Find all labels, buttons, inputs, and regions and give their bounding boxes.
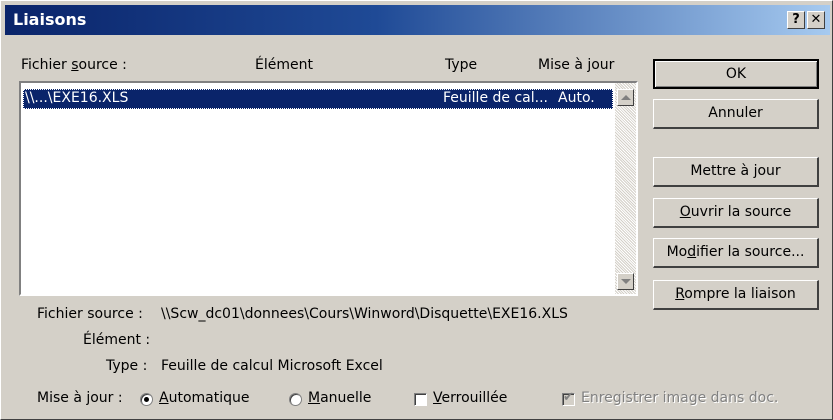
update-mode-label: Mise à jour : bbox=[37, 390, 123, 406]
scroll-up-button[interactable] bbox=[617, 89, 634, 106]
update-now-button[interactable]: Mettre à jour bbox=[653, 157, 819, 187]
column-header-source: Fichier source : bbox=[21, 57, 127, 73]
source-value: \\Scw_dc01\donnees\Cours\Winword\Disquet… bbox=[161, 306, 568, 322]
list-scrollbar[interactable] bbox=[615, 83, 636, 294]
save-image-label: Enregistrer image dans doc. bbox=[581, 390, 779, 406]
dialog-title: Liaisons bbox=[13, 10, 87, 29]
source-label: Fichier source : bbox=[37, 306, 143, 322]
automatic-label[interactable]: Automatique bbox=[159, 390, 249, 406]
help-button[interactable]: ? bbox=[787, 11, 805, 29]
automatic-radio[interactable] bbox=[140, 393, 153, 406]
checkmark-icon: ✔ bbox=[563, 390, 574, 405]
locked-label[interactable]: Verrouillée bbox=[433, 390, 507, 406]
links-dialog: Liaisons ? ✕ Fichier source : Élément Ty… bbox=[0, 0, 833, 420]
title-bar[interactable]: Liaisons ? ✕ bbox=[5, 5, 830, 35]
open-source-button[interactable]: Ouvrir la source bbox=[653, 198, 819, 228]
list-item[interactable]: \\...\EXE16.XLS Feuille de cal... Auto. bbox=[23, 89, 613, 109]
element-label: Élément : bbox=[83, 332, 151, 348]
close-icon: ✕ bbox=[810, 12, 822, 27]
manual-radio[interactable] bbox=[289, 393, 302, 406]
column-header-element: Élément bbox=[255, 57, 313, 73]
close-button[interactable]: ✕ bbox=[807, 11, 825, 29]
list-item-type: Feuille de cal... bbox=[443, 90, 548, 106]
save-image-checkbox[interactable]: ✔ bbox=[562, 390, 575, 406]
type-label: Type : bbox=[106, 358, 148, 374]
column-header-type: Type bbox=[445, 57, 478, 73]
ok-button[interactable]: OK bbox=[653, 59, 819, 89]
links-list[interactable]: \\...\EXE16.XLS Feuille de cal... Auto. bbox=[19, 81, 638, 296]
cancel-button[interactable]: Annuler bbox=[653, 99, 819, 129]
list-item-source: \\...\EXE16.XLS bbox=[25, 90, 129, 106]
list-item-update: Auto. bbox=[558, 90, 595, 106]
scroll-down-button[interactable] bbox=[617, 273, 634, 290]
column-header-update: Mise à jour bbox=[538, 57, 615, 73]
locked-checkbox[interactable] bbox=[414, 393, 427, 406]
arrow-down-icon bbox=[620, 279, 631, 284]
change-source-button[interactable]: Modifier la source... bbox=[653, 238, 819, 268]
arrow-up-icon bbox=[620, 95, 631, 100]
break-link-button[interactable]: Rompre la liaison bbox=[653, 280, 819, 310]
manual-label[interactable]: Manuelle bbox=[308, 390, 371, 406]
type-value: Feuille de calcul Microsoft Excel bbox=[161, 358, 383, 374]
radio-selected-icon bbox=[144, 397, 149, 402]
